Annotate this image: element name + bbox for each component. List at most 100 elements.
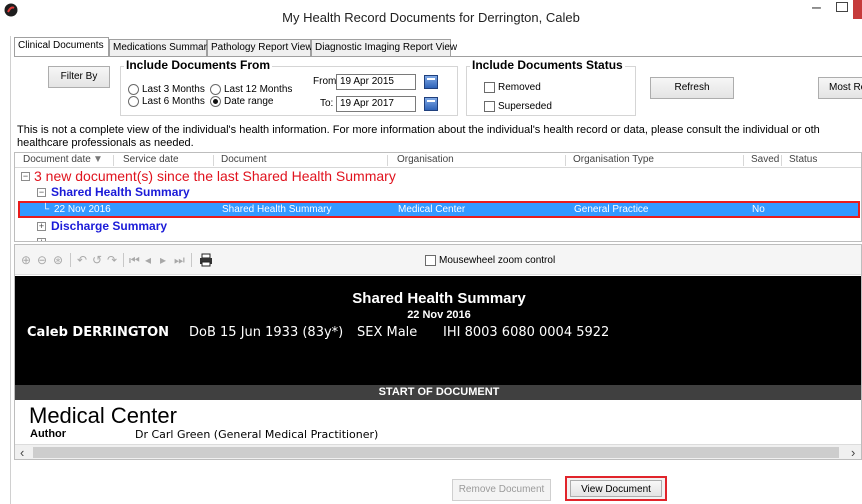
col-separator bbox=[565, 155, 566, 166]
documents-grid: Document date ▼ Service date Document Or… bbox=[14, 152, 862, 242]
tab-medications-summary[interactable]: Medications Summary bbox=[109, 39, 212, 56]
expand-icon[interactable]: + bbox=[37, 222, 46, 231]
radio-date-range-label: Date range bbox=[224, 96, 274, 107]
document-date: 22 Nov 2016 bbox=[407, 309, 471, 321]
next-page-icon[interactable]: ▸ bbox=[160, 254, 166, 266]
superseded-checkbox-label: Superseded bbox=[498, 101, 552, 112]
group-shared-health-summary[interactable]: Shared Health Summary bbox=[51, 185, 190, 199]
sort-desc-icon: ▼ bbox=[93, 154, 103, 165]
title-bar: My Health Record Documents for Derringto… bbox=[0, 0, 862, 36]
tree-branch-icon: └ bbox=[42, 204, 50, 215]
rotate-left-icon[interactable]: ↶ bbox=[77, 254, 87, 266]
patient-name: Caleb DERRINGTON bbox=[27, 325, 170, 340]
col-saved[interactable]: Saved bbox=[751, 154, 779, 165]
col-separator bbox=[781, 155, 782, 166]
to-calendar-icon[interactable] bbox=[424, 97, 438, 111]
author-label: Author bbox=[30, 428, 67, 440]
col-separator bbox=[387, 155, 388, 166]
tab-clinical-documents[interactable]: Clinical Documents bbox=[14, 37, 109, 56]
patient-sex: SEX Male bbox=[357, 325, 418, 340]
mousewheel-zoom-checkbox[interactable] bbox=[425, 255, 436, 266]
table-row-selected[interactable]: └ 22 Nov 2016 Shared Health Summary Medi… bbox=[18, 201, 860, 218]
superseded-checkbox[interactable] bbox=[484, 101, 495, 112]
viewer-toolbar: ⊕ ⊖ ⊛ ↶ ↺ ↷ ⏮ ◂ ▸ ⏭ Mousewheel zoom cont… bbox=[15, 245, 861, 275]
radio-date-range[interactable] bbox=[210, 96, 221, 107]
undo-icon[interactable]: ↺ bbox=[92, 254, 102, 266]
col-document-date[interactable]: Document date bbox=[23, 154, 91, 165]
patient-ihi: IHI 8003 6080 0004 5922 bbox=[443, 325, 610, 340]
tab-pathology-report-view[interactable]: Pathology Report View bbox=[207, 39, 313, 56]
col-service-date[interactable]: Service date bbox=[123, 154, 179, 165]
from-calendar-icon[interactable] bbox=[424, 75, 438, 89]
minimize-button[interactable]: – bbox=[812, 0, 826, 16]
zoom-in-icon[interactable]: ⊕ bbox=[21, 254, 31, 266]
collapse-icon[interactable]: − bbox=[21, 172, 30, 181]
group-discharge-summary[interactable]: Discharge Summary bbox=[51, 219, 167, 233]
zoom-fit-icon[interactable]: ⊛ bbox=[53, 254, 63, 266]
doc-status-title: Include Documents Status bbox=[470, 58, 625, 72]
left-edge-chrome bbox=[0, 36, 11, 504]
refresh-button[interactable]: Refresh bbox=[650, 77, 734, 99]
collapse-icon[interactable]: − bbox=[37, 188, 46, 197]
col-organisation-type[interactable]: Organisation Type bbox=[573, 154, 654, 165]
scroll-right-icon[interactable]: › bbox=[851, 445, 855, 459]
col-document[interactable]: Document bbox=[221, 154, 267, 165]
radio-last-6-months-label: Last 6 Months bbox=[142, 96, 205, 107]
toolbar-separator bbox=[123, 253, 124, 267]
redo-icon[interactable]: ↷ bbox=[107, 254, 117, 266]
grid-header: Document date ▼ Service date Document Or… bbox=[15, 153, 861, 168]
author-value: Dr Carl Green (General Medical Practitio… bbox=[135, 428, 379, 441]
mousewheel-zoom-label: Mousewheel zoom control bbox=[439, 255, 556, 266]
organisation-heading: Medical Center bbox=[29, 403, 177, 428]
include-from-title: Include Documents From bbox=[124, 58, 273, 72]
col-status[interactable]: Status bbox=[789, 154, 817, 165]
toolbar-separator bbox=[70, 253, 71, 267]
start-of-document-bar: START OF DOCUMENT bbox=[15, 385, 861, 400]
radio-last-12-months-label: Last 12 Months bbox=[224, 84, 293, 95]
cell-organisation-type: General Practice bbox=[574, 204, 649, 215]
tab-panel-border bbox=[14, 56, 862, 57]
previous-page-icon[interactable]: ◂ bbox=[145, 254, 151, 266]
removed-checkbox[interactable] bbox=[484, 82, 495, 93]
col-separator bbox=[743, 155, 744, 166]
remove-document-button[interactable]: Remove Document bbox=[452, 479, 551, 501]
view-document-button[interactable]: View Document bbox=[570, 480, 662, 497]
col-separator bbox=[213, 155, 214, 166]
tab-strip: Clinical Documents Medications Summary P… bbox=[14, 37, 862, 56]
col-organisation[interactable]: Organisation bbox=[397, 154, 454, 165]
most-recent-button[interactable]: Most Re bbox=[818, 77, 862, 99]
radio-last-3-months-label: Last 3 Months bbox=[142, 84, 205, 95]
document-header-band: Shared Health Summary 22 Nov 2016 Caleb … bbox=[15, 276, 861, 385]
last-page-icon[interactable]: ⏭ bbox=[174, 254, 185, 266]
close-button[interactable] bbox=[853, 0, 862, 19]
view-document-button-highlight[interactable]: View Document bbox=[565, 476, 667, 501]
tab-diagnostic-imaging-report-view[interactable]: Diagnostic Imaging Report View bbox=[311, 39, 457, 56]
new-documents-banner: 3 new document(s) since the last Shared … bbox=[34, 168, 396, 184]
print-icon[interactable] bbox=[199, 253, 213, 267]
maximize-button[interactable] bbox=[836, 2, 848, 12]
window-title: My Health Record Documents for Derringto… bbox=[282, 10, 580, 25]
radio-last-12-months[interactable] bbox=[210, 84, 221, 95]
to-label: To: bbox=[320, 98, 334, 109]
cell-saved: No bbox=[752, 204, 765, 215]
first-page-icon[interactable]: ⏮ bbox=[129, 254, 140, 266]
col-separator bbox=[113, 155, 114, 166]
to-date-field[interactable]: 19 Apr 2017 bbox=[336, 96, 416, 112]
document-title: Shared Health Summary bbox=[352, 290, 526, 307]
from-date-field[interactable]: 19 Apr 2015 bbox=[336, 74, 416, 90]
toolbar-separator bbox=[191, 253, 192, 267]
notice-text: This is not a complete view of the indiv… bbox=[17, 124, 820, 149]
removed-checkbox-label: Removed bbox=[498, 82, 541, 93]
cell-document: Shared Health Summary bbox=[222, 204, 332, 215]
patient-dob: DoB 15 Jun 1933 (83y*) bbox=[189, 325, 344, 340]
horizontal-scrollbar[interactable]: ‹ › bbox=[15, 444, 861, 459]
zoom-out-icon[interactable]: ⊖ bbox=[37, 254, 47, 266]
cell-document-date: 22 Nov 2016 bbox=[54, 204, 111, 215]
expand-icon[interactable]: + bbox=[37, 238, 46, 241]
radio-last-3-months[interactable] bbox=[128, 84, 139, 95]
document-viewer: ⊕ ⊖ ⊛ ↶ ↺ ↷ ⏮ ◂ ▸ ⏭ Mousewheel zoom cont… bbox=[14, 244, 862, 460]
filter-by-button[interactable]: Filter By bbox=[48, 66, 110, 88]
scroll-left-icon[interactable]: ‹ bbox=[20, 445, 24, 459]
scrollbar-thumb[interactable] bbox=[33, 447, 839, 458]
radio-last-6-months[interactable] bbox=[128, 96, 139, 107]
